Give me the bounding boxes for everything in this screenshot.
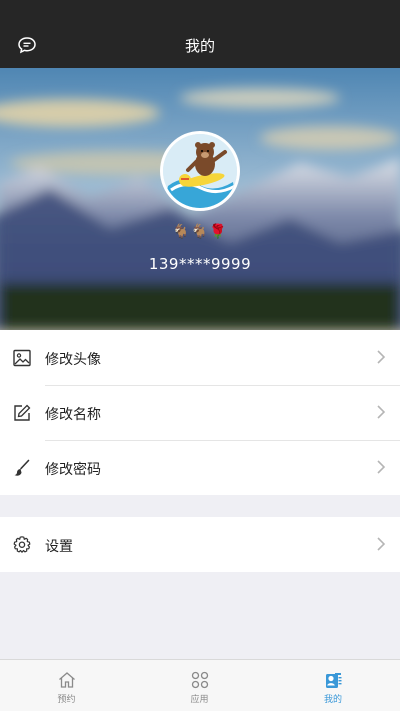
- chevron-right-icon: [377, 460, 386, 474]
- brush-icon: [14, 459, 30, 476]
- menu-item-change-name[interactable]: 修改名称: [0, 385, 400, 440]
- menu-item-label: 设置: [45, 539, 73, 555]
- tab-label: 预约: [57, 695, 76, 705]
- chevron-right-icon: [377, 350, 386, 364]
- menu-item-label: 修改密码: [45, 462, 101, 478]
- nickname-emoji: 🐐🐐🌹: [172, 224, 228, 240]
- tab-bar: 预约 应用 我的: [0, 659, 400, 711]
- tab-apps[interactable]: 应用: [133, 660, 266, 711]
- profile-card-icon: [326, 673, 342, 688]
- profile-header: 🐐🐐🌹 139****9999: [0, 68, 400, 330]
- edit-icon: [14, 404, 31, 421]
- gear-icon: [13, 536, 31, 553]
- tab-mine[interactable]: 我的: [266, 660, 400, 711]
- menu-item-label: 修改头像: [45, 352, 101, 368]
- tab-label: 应用: [190, 695, 209, 705]
- phone-number: 139****9999: [148, 255, 252, 273]
- menu-item-change-password[interactable]: 修改密码: [0, 440, 400, 495]
- page-title: 我的: [184, 37, 215, 55]
- chevron-right-icon: [377, 537, 386, 551]
- menu-item-change-avatar[interactable]: 修改头像: [0, 330, 400, 385]
- nav-bar: 我的: [0, 0, 400, 68]
- menu-item-label: 修改名称: [45, 407, 101, 423]
- menu-item-settings[interactable]: 设置: [0, 517, 400, 572]
- avatar[interactable]: [160, 131, 240, 211]
- image-icon: [13, 349, 31, 367]
- menu-group-profile: 修改头像 修改名称 修改密码: [0, 330, 400, 495]
- tab-label: 我的: [323, 695, 342, 705]
- menu-group-settings: 设置: [0, 517, 400, 572]
- apps-grid-icon: [191, 671, 208, 689]
- tab-booking[interactable]: 预约: [0, 660, 133, 711]
- home-icon: [58, 672, 75, 688]
- chevron-right-icon: [377, 405, 386, 419]
- bear-surfing-avatar-image: [163, 134, 237, 208]
